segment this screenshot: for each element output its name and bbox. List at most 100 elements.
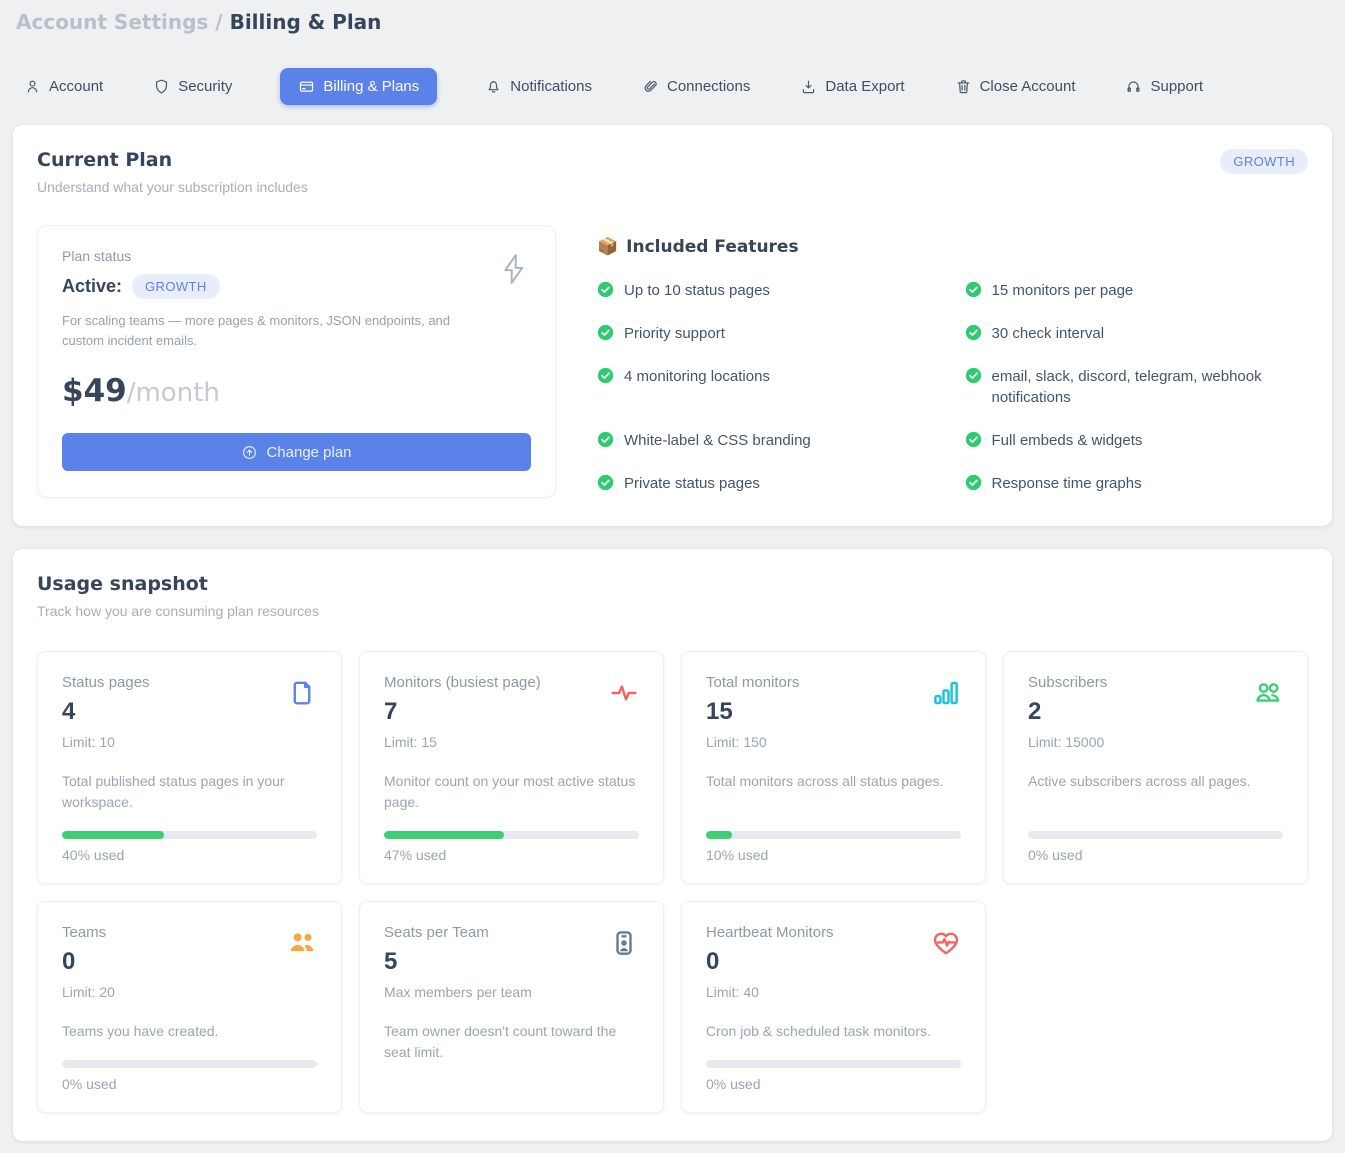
- percent-label: 10% used: [706, 847, 961, 863]
- bell-icon: [485, 78, 502, 95]
- stat-title: Heartbeat Monitors: [706, 924, 961, 941]
- trash-icon: [955, 78, 972, 95]
- users-outline-icon: [1253, 678, 1283, 713]
- tab-label: Data Export: [825, 78, 904, 95]
- included-features: 📦 Included Features Up to 10 status page…: [556, 225, 1308, 498]
- percent-label: 40% used: [62, 847, 317, 863]
- feature-item: Response time graphs: [965, 473, 1309, 495]
- plan-status-label: Plan status: [62, 248, 531, 264]
- feature-item: Full embeds & widgets: [965, 430, 1309, 452]
- stat-limit: Limit: 10: [62, 734, 317, 750]
- tab-label: Notifications: [510, 78, 592, 95]
- percent-label: 0% used: [706, 1076, 961, 1092]
- tab-support[interactable]: Support: [1123, 68, 1205, 105]
- feature-item: Private status pages: [597, 473, 941, 495]
- plan-status-badge: GROWTH: [132, 274, 220, 299]
- plan-badge: GROWTH: [1220, 149, 1308, 174]
- stat-limit: Limit: 15000: [1028, 734, 1283, 750]
- stat-limit: Limit: 40: [706, 984, 961, 1000]
- usage-subtitle: Track how you are consuming plan resourc…: [37, 603, 1308, 619]
- activity-icon: [609, 678, 639, 713]
- headset-icon: [1125, 78, 1142, 95]
- bar-chart-icon: [931, 678, 961, 713]
- check-circle-icon: [965, 324, 982, 341]
- tab-billing-plans[interactable]: Billing & Plans: [280, 68, 437, 105]
- tab-connections[interactable]: Connections: [640, 68, 752, 105]
- stat-description: Team owner doesn't count toward the seat…: [384, 1021, 639, 1063]
- tab-notifications[interactable]: Notifications: [483, 68, 594, 105]
- file-icon: [287, 678, 317, 713]
- progress-bar: 0% used: [1028, 813, 1283, 863]
- feature-item: 15 monitors per page: [965, 280, 1309, 302]
- stat-card-monitors-busiest: Monitors (busiest page) 7 Limit: 15 Moni…: [359, 651, 664, 884]
- percent-label: 47% used: [384, 847, 639, 863]
- stat-title: Monitors (busiest page): [384, 674, 639, 691]
- tab-label: Security: [178, 78, 232, 95]
- progress-bar: 47% used: [384, 813, 639, 863]
- breadcrumb: Account Settings / Billing & Plan: [16, 10, 1329, 34]
- change-plan-label: Change plan: [266, 444, 351, 461]
- usage-grid-row2: Teams 0 Limit: 20 Teams you have created…: [37, 901, 1308, 1113]
- stat-description: Total monitors across all status pages.: [706, 771, 961, 792]
- check-circle-icon: [597, 367, 614, 384]
- tab-security[interactable]: Security: [151, 68, 234, 105]
- stat-value: 0: [706, 948, 961, 976]
- check-circle-icon: [965, 431, 982, 448]
- stat-limit: Limit: 15: [384, 734, 639, 750]
- bolt-icon: [499, 252, 529, 291]
- arrow-up-circle-icon: [241, 444, 258, 461]
- usage-title: Usage snapshot: [37, 573, 1308, 595]
- plan-price: $49/month: [62, 373, 531, 409]
- empty-grid-cell: [1003, 901, 1308, 1113]
- current-plan-heading: Current Plan Understand what your subscr…: [37, 149, 308, 195]
- check-circle-icon: [965, 474, 982, 491]
- breadcrumb-section[interactable]: Account Settings /: [16, 10, 223, 34]
- plan-status-value: Active:: [62, 276, 122, 297]
- feature-label: Priority support: [624, 323, 725, 345]
- stat-value: 5: [384, 948, 639, 976]
- stat-limit: Max members per team: [384, 984, 639, 1000]
- stat-title: Status pages: [62, 674, 317, 691]
- stat-card-seats-per-team: Seats per Team 5 Max members per team Te…: [359, 901, 664, 1113]
- stat-title: Total monitors: [706, 674, 961, 691]
- progress-bar: 10% used: [706, 813, 961, 863]
- tab-label: Support: [1150, 78, 1203, 95]
- feature-item: 30 check interval: [965, 323, 1309, 345]
- stat-value: 0: [62, 948, 317, 976]
- feature-label: Private status pages: [624, 473, 760, 495]
- stat-card-teams: Teams 0 Limit: 20 Teams you have created…: [37, 901, 342, 1113]
- price-period: /month: [127, 378, 220, 408]
- id-badge-icon: [609, 928, 639, 963]
- credit-card-icon: [298, 78, 315, 95]
- check-circle-icon: [597, 431, 614, 448]
- plan-description: For scaling teams — more pages & monitor…: [62, 311, 472, 351]
- check-circle-icon: [597, 324, 614, 341]
- feature-label: email, slack, discord, telegram, webhook…: [992, 366, 1309, 410]
- percent-label: 0% used: [1028, 847, 1283, 863]
- feature-label: Up to 10 status pages: [624, 280, 770, 302]
- tab-data-export[interactable]: Data Export: [798, 68, 906, 105]
- feature-item: 4 monitoring locations: [597, 366, 941, 410]
- stat-value: 15: [706, 698, 961, 726]
- progress-bar: 0% used: [62, 1042, 317, 1092]
- stat-description: Total published status pages in your wor…: [62, 771, 317, 813]
- check-circle-icon: [965, 367, 982, 384]
- tab-close-account[interactable]: Close Account: [953, 68, 1078, 105]
- progress-bar: 0% used: [706, 1042, 961, 1092]
- check-circle-icon: [965, 281, 982, 298]
- feature-item: Up to 10 status pages: [597, 280, 941, 302]
- percent-label: 0% used: [62, 1076, 317, 1092]
- shield-icon: [153, 78, 170, 95]
- feature-item: White-label & CSS branding: [597, 430, 941, 452]
- current-plan-subtitle: Understand what your subscription includ…: [37, 179, 308, 195]
- tab-account[interactable]: Account: [22, 68, 105, 105]
- feature-label: Full embeds & widgets: [992, 430, 1143, 452]
- change-plan-button[interactable]: Change plan: [62, 433, 531, 471]
- plan-status-box: Plan status Active: GROWTH For scaling t…: [37, 225, 556, 498]
- stat-card-status-pages: Status pages 4 Limit: 10 Total published…: [37, 651, 342, 884]
- feature-label: White-label & CSS branding: [624, 430, 811, 452]
- feature-label: Response time graphs: [992, 473, 1142, 495]
- progress-bar: 40% used: [62, 813, 317, 863]
- page-title: Billing & Plan: [230, 10, 382, 34]
- download-icon: [800, 78, 817, 95]
